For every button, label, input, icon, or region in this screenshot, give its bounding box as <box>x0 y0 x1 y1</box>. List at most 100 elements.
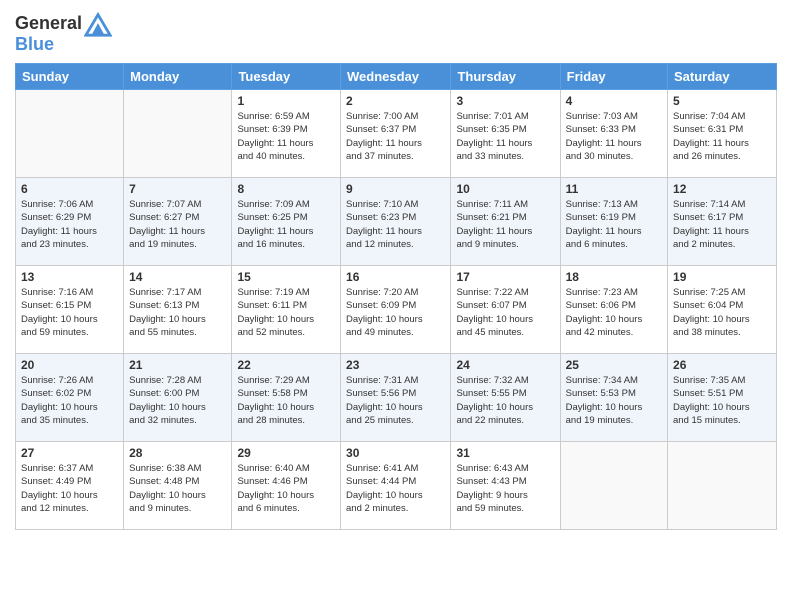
day-number: 25 <box>566 358 662 372</box>
day-info: Sunrise: 6:37 AM Sunset: 4:49 PM Dayligh… <box>21 462 118 515</box>
calendar-cell: 26 Sunrise: 7:35 AM Sunset: 5:51 PM Dayli… <box>668 354 777 442</box>
day-info: Sunrise: 7:16 AM Sunset: 6:15 PM Dayligh… <box>21 286 118 339</box>
day-number: 5 <box>673 94 771 108</box>
col-header-sunday: Sunday <box>16 64 124 90</box>
day-info: Sunrise: 6:59 AM Sunset: 6:39 PM Dayligh… <box>237 110 335 163</box>
day-number: 26 <box>673 358 771 372</box>
week-row-2: 6 Sunrise: 7:06 AM Sunset: 6:29 PM Daylig… <box>16 178 777 266</box>
header: General Blue <box>15 10 777 55</box>
day-info: Sunrise: 7:06 AM Sunset: 6:29 PM Dayligh… <box>21 198 118 251</box>
calendar-cell: 11 Sunrise: 7:13 AM Sunset: 6:19 PM Dayli… <box>560 178 667 266</box>
day-number: 22 <box>237 358 335 372</box>
day-number: 7 <box>129 182 226 196</box>
day-number: 23 <box>346 358 445 372</box>
calendar-cell: 16 Sunrise: 7:20 AM Sunset: 6:09 PM Dayli… <box>341 266 451 354</box>
calendar-cell: 24Sunrise: 7:32 AM Sunset: 5:55 PM Dayli… <box>451 354 560 442</box>
calendar-cell: 31 Sunrise: 6:43 AM Sunset: 4:43 PM Dayli… <box>451 442 560 530</box>
day-number: 16 <box>346 270 445 284</box>
calendar-cell: 30 Sunrise: 6:41 AM Sunset: 4:44 PM Dayli… <box>341 442 451 530</box>
col-header-wednesday: Wednesday <box>341 64 451 90</box>
day-number: 9 <box>346 182 445 196</box>
day-number: 12 <box>673 182 771 196</box>
calendar-cell: 13 Sunrise: 7:16 AM Sunset: 6:15 PM Dayli… <box>16 266 124 354</box>
logo: General Blue <box>15 10 112 55</box>
day-info: Sunrise: 6:41 AM Sunset: 4:44 PM Dayligh… <box>346 462 445 515</box>
calendar-cell: 27 Sunrise: 6:37 AM Sunset: 4:49 PM Dayli… <box>16 442 124 530</box>
page: General Blue SundayMondayTuesdayWednesda… <box>0 0 792 612</box>
calendar-cell <box>124 90 232 178</box>
calendar-cell <box>16 90 124 178</box>
calendar-cell: 29 Sunrise: 6:40 AM Sunset: 4:46 PM Dayli… <box>232 442 341 530</box>
calendar-cell: 18 Sunrise: 7:23 AM Sunset: 6:06 PM Dayli… <box>560 266 667 354</box>
day-number: 28 <box>129 446 226 460</box>
col-header-saturday: Saturday <box>668 64 777 90</box>
calendar-cell: 14Sunrise: 7:17 AM Sunset: 6:13 PM Dayli… <box>124 266 232 354</box>
day-info: Sunrise: 7:28 AM Sunset: 6:00 PM Dayligh… <box>129 374 226 427</box>
calendar-cell: 15 Sunrise: 7:19 AM Sunset: 6:11 PM Dayli… <box>232 266 341 354</box>
week-row-3: 13 Sunrise: 7:16 AM Sunset: 6:15 PM Dayli… <box>16 266 777 354</box>
day-info: Sunrise: 7:35 AM Sunset: 5:51 PM Dayligh… <box>673 374 771 427</box>
day-info: Sunrise: 7:23 AM Sunset: 6:06 PM Dayligh… <box>566 286 662 339</box>
calendar-cell: 23 Sunrise: 7:31 AM Sunset: 5:56 PM Dayli… <box>341 354 451 442</box>
calendar-cell: 17Sunrise: 7:22 AM Sunset: 6:07 PM Dayli… <box>451 266 560 354</box>
day-number: 2 <box>346 94 445 108</box>
calendar-cell: 21 Sunrise: 7:28 AM Sunset: 6:00 PM Dayli… <box>124 354 232 442</box>
logo-icon <box>84 10 112 38</box>
day-number: 29 <box>237 446 335 460</box>
calendar-cell: 4 Sunrise: 7:03 AM Sunset: 6:33 PM Daylig… <box>560 90 667 178</box>
calendar-cell: 19Sunrise: 7:25 AM Sunset: 6:04 PM Dayli… <box>668 266 777 354</box>
day-info: Sunrise: 7:04 AM Sunset: 6:31 PM Dayligh… <box>673 110 771 163</box>
day-info: Sunrise: 7:34 AM Sunset: 5:53 PM Dayligh… <box>566 374 662 427</box>
day-info: Sunrise: 7:10 AM Sunset: 6:23 PM Dayligh… <box>346 198 445 251</box>
day-info: Sunrise: 7:03 AM Sunset: 6:33 PM Dayligh… <box>566 110 662 163</box>
week-row-4: 20Sunrise: 7:26 AM Sunset: 6:02 PM Dayli… <box>16 354 777 442</box>
calendar-cell: 12 Sunrise: 7:14 AM Sunset: 6:17 PM Dayli… <box>668 178 777 266</box>
day-info: Sunrise: 6:40 AM Sunset: 4:46 PM Dayligh… <box>237 462 335 515</box>
day-info: Sunrise: 7:00 AM Sunset: 6:37 PM Dayligh… <box>346 110 445 163</box>
day-number: 20 <box>21 358 118 372</box>
calendar-cell: 20Sunrise: 7:26 AM Sunset: 6:02 PM Dayli… <box>16 354 124 442</box>
calendar-cell: 3 Sunrise: 7:01 AM Sunset: 6:35 PM Daylig… <box>451 90 560 178</box>
col-header-monday: Monday <box>124 64 232 90</box>
day-number: 15 <box>237 270 335 284</box>
calendar-cell: 5 Sunrise: 7:04 AM Sunset: 6:31 PM Daylig… <box>668 90 777 178</box>
calendar-cell: 9 Sunrise: 7:10 AM Sunset: 6:23 PM Daylig… <box>341 178 451 266</box>
day-info: Sunrise: 7:25 AM Sunset: 6:04 PM Dayligh… <box>673 286 771 339</box>
day-number: 11 <box>566 182 662 196</box>
day-number: 31 <box>456 446 554 460</box>
calendar-cell: 28 Sunrise: 6:38 AM Sunset: 4:48 PM Dayli… <box>124 442 232 530</box>
calendar-cell: 7 Sunrise: 7:07 AM Sunset: 6:27 PM Daylig… <box>124 178 232 266</box>
day-info: Sunrise: 7:14 AM Sunset: 6:17 PM Dayligh… <box>673 198 771 251</box>
day-info: Sunrise: 7:20 AM Sunset: 6:09 PM Dayligh… <box>346 286 445 339</box>
day-number: 30 <box>346 446 445 460</box>
day-info: Sunrise: 7:19 AM Sunset: 6:11 PM Dayligh… <box>237 286 335 339</box>
day-number: 4 <box>566 94 662 108</box>
day-number: 3 <box>456 94 554 108</box>
day-number: 21 <box>129 358 226 372</box>
calendar-cell: 10Sunrise: 7:11 AM Sunset: 6:21 PM Dayli… <box>451 178 560 266</box>
day-info: Sunrise: 7:13 AM Sunset: 6:19 PM Dayligh… <box>566 198 662 251</box>
day-info: Sunrise: 7:01 AM Sunset: 6:35 PM Dayligh… <box>456 110 554 163</box>
day-number: 17 <box>456 270 554 284</box>
calendar-header-row: SundayMondayTuesdayWednesdayThursdayFrid… <box>16 64 777 90</box>
calendar-cell: 8Sunrise: 7:09 AM Sunset: 6:25 PM Daylig… <box>232 178 341 266</box>
calendar-cell: 1 Sunrise: 6:59 AM Sunset: 6:39 PM Daylig… <box>232 90 341 178</box>
day-number: 6 <box>21 182 118 196</box>
day-number: 27 <box>21 446 118 460</box>
day-info: Sunrise: 7:29 AM Sunset: 5:58 PM Dayligh… <box>237 374 335 427</box>
calendar-table: SundayMondayTuesdayWednesdayThursdayFrid… <box>15 63 777 530</box>
day-number: 18 <box>566 270 662 284</box>
day-number: 8 <box>237 182 335 196</box>
day-info: Sunrise: 7:11 AM Sunset: 6:21 PM Dayligh… <box>456 198 554 251</box>
day-number: 14 <box>129 270 226 284</box>
day-info: Sunrise: 6:38 AM Sunset: 4:48 PM Dayligh… <box>129 462 226 515</box>
col-header-friday: Friday <box>560 64 667 90</box>
day-number: 13 <box>21 270 118 284</box>
day-info: Sunrise: 7:07 AM Sunset: 6:27 PM Dayligh… <box>129 198 226 251</box>
day-info: Sunrise: 6:43 AM Sunset: 4:43 PM Dayligh… <box>456 462 554 515</box>
day-number: 1 <box>237 94 335 108</box>
col-header-tuesday: Tuesday <box>232 64 341 90</box>
calendar-cell: 22 Sunrise: 7:29 AM Sunset: 5:58 PM Dayli… <box>232 354 341 442</box>
day-info: Sunrise: 7:31 AM Sunset: 5:56 PM Dayligh… <box>346 374 445 427</box>
day-number: 24 <box>456 358 554 372</box>
